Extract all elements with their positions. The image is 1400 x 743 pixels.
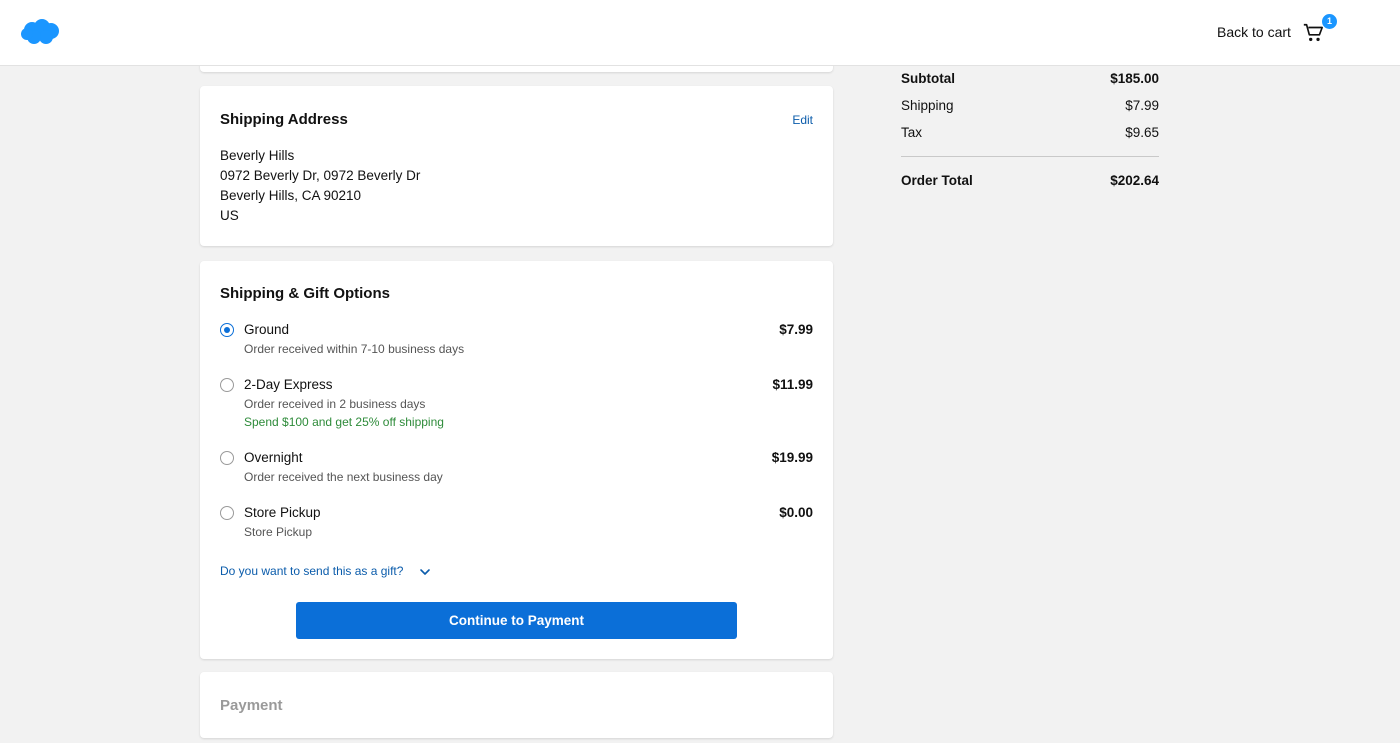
option-description: Order received the next business day xyxy=(244,470,443,484)
summary-divider xyxy=(901,156,1159,157)
subtotal-value: $185.00 xyxy=(1110,71,1159,86)
radio-ground[interactable] xyxy=(220,323,234,337)
chevron-down-icon[interactable] xyxy=(419,566,431,578)
address-line-name: Beverly Hills xyxy=(220,148,295,163)
option-description: Store Pickup xyxy=(244,525,313,539)
shipping-value: $7.99 xyxy=(1125,98,1159,113)
top-header: Back to cart 1 xyxy=(0,0,1400,66)
option-name: 2-Day Express xyxy=(244,377,333,392)
shipping-option-overnight[interactable]: Overnight Order received the next busine… xyxy=(220,450,813,486)
address-line-country: US xyxy=(220,208,239,223)
option-price: $7.99 xyxy=(779,322,813,337)
address-line-street: 0972 Beverly Dr, 0972 Beverly Dr xyxy=(220,168,421,183)
option-description: Order received within 7-10 business days xyxy=(244,342,465,356)
shipping-option-2-day-express[interactable]: 2-Day Express Order received in 2 busine… xyxy=(220,377,813,431)
order-total-label: Order Total xyxy=(901,173,973,188)
option-description: Order received in 2 business days xyxy=(244,397,426,411)
shipping-label: Shipping xyxy=(901,98,954,113)
shipping-option-store-pickup[interactable]: Store Pickup Store Pickup $0.00 xyxy=(220,505,813,541)
shipping-options-title: Shipping & Gift Options xyxy=(220,285,390,302)
tax-label: Tax xyxy=(901,125,923,140)
cart-count-badge: 1 xyxy=(1322,14,1337,29)
option-price: $0.00 xyxy=(779,505,813,520)
continue-to-payment-button[interactable]: Continue to Payment xyxy=(296,602,737,639)
salesforce-cloud-logo[interactable] xyxy=(20,18,60,46)
edit-address-link[interactable]: Edit xyxy=(792,113,813,127)
shipping-address-title: Shipping Address xyxy=(220,111,348,128)
option-price: $11.99 xyxy=(772,377,813,392)
shipping-option-ground[interactable]: Ground Order received within 7-10 busine… xyxy=(220,322,813,358)
gift-toggle-link[interactable]: Do you want to send this as a gift? xyxy=(220,564,403,578)
payment-title: Payment xyxy=(220,697,283,714)
back-to-cart-link[interactable]: Back to cart xyxy=(1217,24,1291,40)
option-name: Ground xyxy=(244,322,290,337)
shipping-address-card: Shipping Address Edit Beverly Hills 0972… xyxy=(200,86,833,246)
option-name: Store Pickup xyxy=(244,505,321,520)
option-price: $19.99 xyxy=(771,450,813,465)
option-name: Overnight xyxy=(244,450,303,465)
shipping-options-card: Shipping & Gift Options Ground Order rec… xyxy=(200,261,833,659)
shopping-cart-icon[interactable] xyxy=(1302,22,1324,44)
order-total-value: $202.64 xyxy=(1110,173,1159,188)
tax-value: $9.65 xyxy=(1125,125,1159,140)
radio-store-pickup[interactable] xyxy=(220,506,234,520)
payment-card: Payment xyxy=(200,672,833,738)
radio-overnight[interactable] xyxy=(220,451,234,465)
address-line-city: Beverly Hills, CA 90210 xyxy=(220,188,362,203)
subtotal-label: Subtotal xyxy=(901,71,955,86)
radio-2-day-express[interactable] xyxy=(220,378,234,392)
option-promo-text: Spend $100 and get 25% off shipping xyxy=(244,415,444,429)
